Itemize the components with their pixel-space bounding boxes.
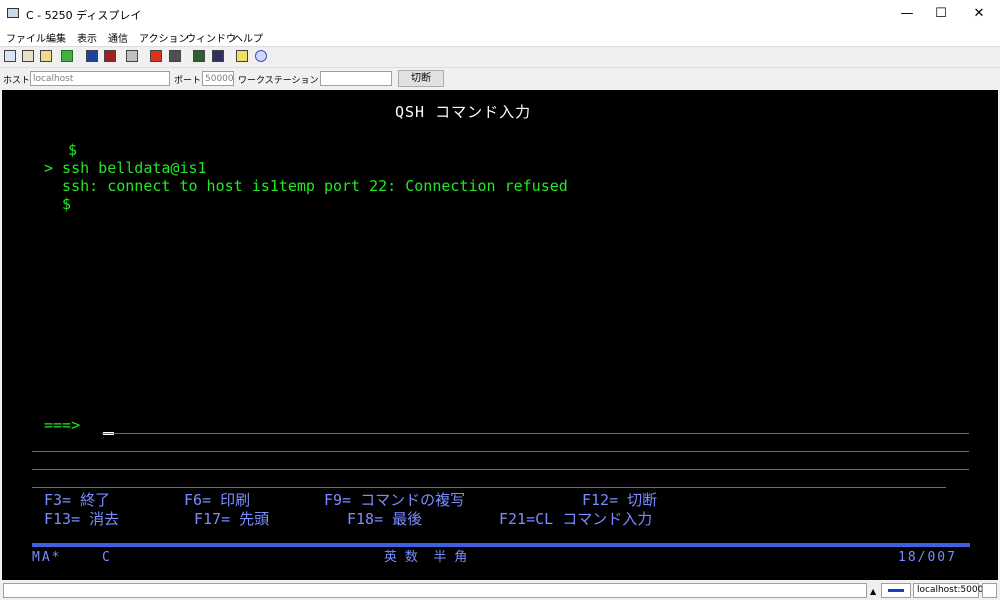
title-bar: C - 5250 ディスプレイ — ☐ ✕: [0, 0, 1000, 28]
operator-info-line: [32, 543, 970, 547]
menu-bar: ファイル 編集 表示 通信 アクション ウィンドウ ヘルプ: [0, 28, 1000, 46]
document-icon[interactable]: [236, 50, 248, 62]
menu-window[interactable]: ウィンドウ: [186, 30, 236, 45]
port-field[interactable]: 50000: [202, 71, 234, 86]
command-prompt: ===>: [44, 416, 81, 434]
menu-communication[interactable]: 通信: [108, 30, 128, 45]
fkey-f21[interactable]: F21=CL コマンド入力: [499, 510, 652, 528]
triangle-up-icon: ▲: [870, 587, 877, 596]
command-input-line[interactable]: [32, 487, 946, 488]
status-input-inhibit: MA*: [32, 550, 62, 565]
grid-icon[interactable]: [104, 50, 116, 62]
terminal-line: > ssh belldata@is1: [44, 159, 207, 177]
fkey-f3[interactable]: F3= 終了: [44, 491, 110, 509]
settings-icon[interactable]: [126, 50, 138, 62]
terminal-line: $: [44, 195, 72, 213]
command-input-line[interactable]: [32, 451, 969, 452]
window-title: C - 5250 ディスプレイ: [26, 9, 142, 22]
terminal-line: ssh: connect to host is1temp port 22: Co…: [44, 177, 568, 195]
host-label: ホスト:: [3, 76, 34, 86]
connect-icon[interactable]: [150, 50, 162, 62]
menu-help[interactable]: ヘルプ: [233, 30, 263, 45]
session-address: localhost:50000: [913, 583, 989, 598]
close-button[interactable]: ✕: [956, 0, 1000, 28]
port-label: ポート:: [174, 76, 205, 86]
status-input-mode: 英 数 半 角: [384, 550, 468, 565]
status-session: C: [102, 550, 110, 565]
menu-edit[interactable]: 編集: [46, 30, 66, 45]
download-icon[interactable]: [61, 50, 73, 62]
host-field[interactable]: localhost: [30, 71, 170, 86]
status-message: [3, 583, 867, 598]
terminal-screen[interactable]: QSH コマンド入力 $ > ssh belldata@is1 ssh: con…: [2, 90, 998, 580]
connection-bar: ホスト: localhost ポート: 50000 ワークステーション ID: …: [0, 67, 1000, 90]
lock-icon: [982, 583, 997, 598]
command-input-line[interactable]: [32, 469, 969, 470]
menu-action[interactable]: アクション: [139, 30, 189, 45]
send-icon[interactable]: [193, 50, 205, 62]
fkey-f17[interactable]: F17= 先頭: [194, 510, 269, 528]
status-bar: ▲ localhost:50000: [0, 582, 1000, 600]
monitor-icon: [7, 8, 19, 18]
disconnect-icon[interactable]: [169, 50, 181, 62]
fkey-f12[interactable]: F12= 切断: [582, 491, 657, 509]
clipboard-icon[interactable]: [40, 50, 52, 62]
receive-icon[interactable]: [212, 50, 224, 62]
help-icon[interactable]: [255, 50, 267, 62]
status-cursor-position: 18/007: [898, 550, 957, 565]
fkey-f9[interactable]: F9= コマンドの複写: [324, 491, 465, 509]
screen-title: QSH コマンド入力: [395, 103, 532, 121]
menu-view[interactable]: 表示: [77, 30, 97, 45]
connection-status-icon: [881, 583, 911, 598]
screen-icon[interactable]: [86, 50, 98, 62]
copy-icon[interactable]: [4, 50, 16, 62]
paste-icon[interactable]: [22, 50, 34, 62]
toolbar: [0, 46, 1000, 67]
fkey-f13[interactable]: F13= 消去: [44, 510, 119, 528]
fkey-f6[interactable]: F6= 印刷: [184, 491, 250, 509]
menu-file[interactable]: ファイル: [6, 30, 46, 45]
fkey-f18[interactable]: F18= 最後: [347, 510, 422, 528]
workstation-id-field[interactable]: [320, 71, 392, 86]
command-input-line[interactable]: [102, 433, 969, 434]
disconnect-button[interactable]: 切断: [398, 70, 444, 87]
terminal-line: $: [68, 141, 78, 159]
